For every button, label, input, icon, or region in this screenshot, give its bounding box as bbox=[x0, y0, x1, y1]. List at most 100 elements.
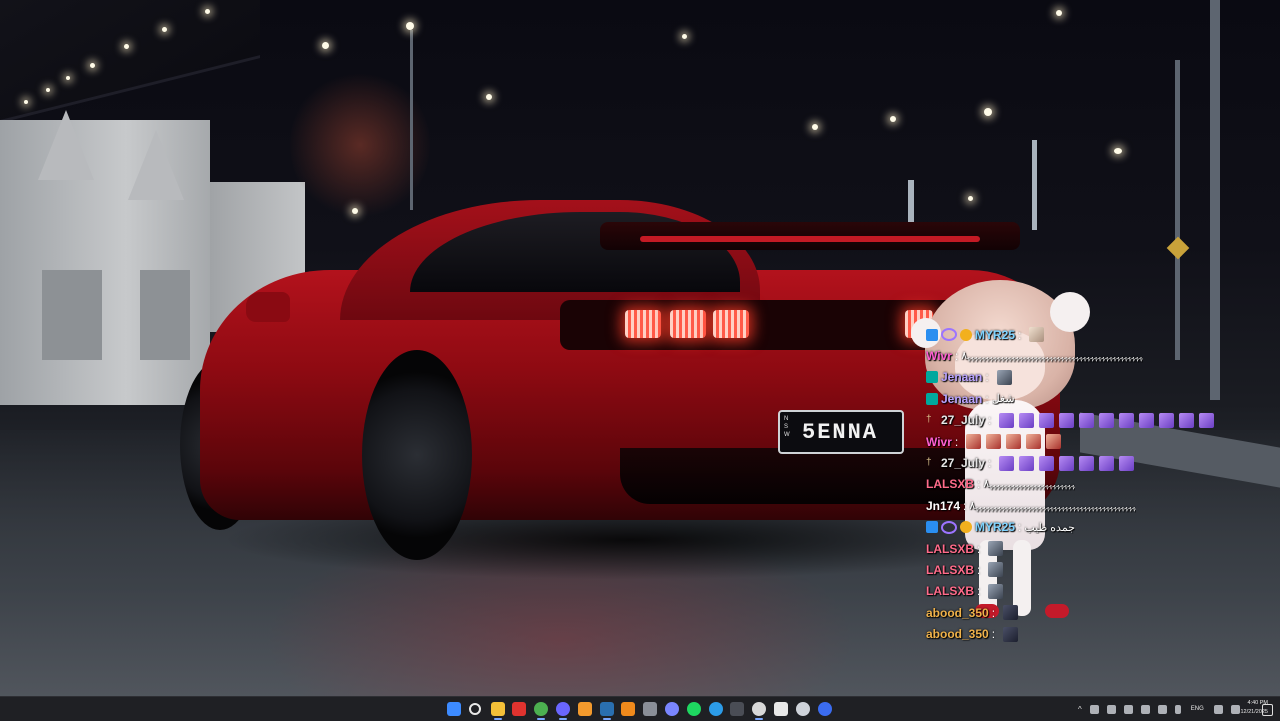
chat-emote-icon bbox=[1059, 412, 1075, 428]
chat-username[interactable]: MYR25 bbox=[975, 520, 1015, 534]
chat-separator: : bbox=[954, 349, 959, 364]
chat-emote-icon bbox=[1039, 412, 1055, 428]
start-icon[interactable] bbox=[447, 702, 461, 716]
chat-username[interactable]: Jn174 bbox=[926, 499, 960, 513]
chat-username[interactable]: 27_July bbox=[941, 413, 985, 427]
street-light bbox=[890, 116, 896, 122]
street-light bbox=[486, 94, 492, 100]
tail-light bbox=[625, 310, 661, 338]
microphone-icon[interactable] bbox=[1174, 704, 1181, 714]
chat-message: LALSXB: ﮩﮩﮩﮩﮩﮩﮩﮩﮩﮩﮩﮩﮩﮩﮩﮩﮩﮩﮩﮩﮩﮩﮩ٨ bbox=[926, 474, 1266, 495]
chat-emote-icon bbox=[966, 434, 982, 450]
tray-app-icon[interactable] bbox=[1123, 704, 1133, 714]
chat-separator: : bbox=[954, 434, 959, 449]
chat-username[interactable]: LALSXB bbox=[926, 477, 974, 491]
chat-message: Jenaan: شغل bbox=[926, 388, 1266, 409]
obs-icon[interactable] bbox=[752, 702, 766, 716]
chat-emote-icon bbox=[999, 412, 1015, 428]
chat-separator: : bbox=[991, 627, 996, 642]
license-plate: N S W 5ENNA bbox=[778, 410, 904, 454]
streaming-app-icon[interactable] bbox=[512, 702, 526, 716]
vlc-icon[interactable] bbox=[621, 702, 635, 716]
street-light bbox=[812, 124, 818, 130]
chat-separator: : bbox=[977, 584, 981, 599]
chat-username[interactable]: LALSXB bbox=[926, 542, 974, 556]
chat-separator: : bbox=[963, 498, 967, 513]
chat-message: † 27_July: bbox=[926, 410, 1266, 431]
chat-message: MYR25: bbox=[926, 324, 1266, 345]
search-icon[interactable] bbox=[469, 703, 481, 715]
edge-icon[interactable] bbox=[709, 702, 723, 716]
app-gear-icon[interactable] bbox=[643, 702, 657, 716]
chat-username[interactable]: abood_350 bbox=[926, 606, 989, 620]
street-pole bbox=[1175, 60, 1180, 360]
chat-message-text: ﮩﮩﮩﮩﮩﮩﮩﮩﮩﮩﮩﮩﮩﮩﮩﮩﮩﮩﮩﮩﮩﮩﮩﮩﮩﮩﮩﮩﮩﮩﮩﮩﮩﮩﮩﮩﮩﮩﮩﮩ… bbox=[961, 350, 1143, 363]
app-c-icon[interactable] bbox=[774, 702, 788, 716]
app-blue-icon[interactable] bbox=[818, 702, 832, 716]
street-light bbox=[984, 108, 992, 116]
chrome-icon[interactable] bbox=[534, 702, 548, 716]
chat-username[interactable]: 27_July bbox=[941, 456, 985, 470]
chat-username[interactable]: LALSXB bbox=[926, 584, 974, 598]
discord-tray-icon[interactable] bbox=[1106, 704, 1116, 714]
chat-message: abood_350: bbox=[926, 623, 1266, 644]
chat-separator: : bbox=[988, 456, 992, 471]
chat-emote-icon bbox=[1019, 455, 1035, 471]
road-sign bbox=[1166, 236, 1190, 260]
chat-emote-icon bbox=[1046, 434, 1062, 450]
street-light bbox=[1114, 148, 1122, 154]
file-explorer-icon[interactable] bbox=[491, 702, 505, 716]
chat-username[interactable]: Wivr bbox=[926, 349, 952, 363]
chat-message: Jn174: ﮩﮩﮩﮩﮩﮩﮩﮩﮩﮩﮩﮩﮩﮩﮩﮩﮩﮩﮩﮩﮩﮩﮩﮩﮩﮩﮩﮩﮩﮩﮩﮩﮩﮩ… bbox=[926, 495, 1266, 516]
street-light bbox=[205, 9, 210, 14]
tray-app-icon[interactable] bbox=[1089, 704, 1099, 714]
language-indicator[interactable]: ENG bbox=[1191, 706, 1204, 712]
chat-emote-icon bbox=[1003, 605, 1019, 621]
chat-separator: : bbox=[991, 605, 996, 620]
chat-username[interactable]: Jenaan bbox=[941, 370, 982, 384]
terminal-icon[interactable] bbox=[730, 702, 744, 716]
photos-icon[interactable] bbox=[665, 702, 679, 716]
street-light bbox=[1056, 10, 1062, 16]
chat-username[interactable]: Wivr bbox=[926, 435, 952, 449]
chat-message: Wivr: ﮩﮩﮩﮩﮩﮩﮩﮩﮩﮩﮩﮩﮩﮩﮩﮩﮩﮩﮩﮩﮩﮩﮩﮩﮩﮩﮩﮩﮩﮩﮩﮩﮩﮩﮩ… bbox=[926, 345, 1266, 366]
app-wave-icon[interactable] bbox=[796, 702, 810, 716]
chat-separator: : bbox=[977, 477, 981, 492]
steam-icon[interactable] bbox=[600, 702, 614, 716]
chat-username[interactable]: Jenaan bbox=[941, 392, 982, 406]
chat-emote-icon bbox=[1003, 626, 1019, 642]
tray-app-icon[interactable] bbox=[1157, 704, 1167, 714]
chat-emote-icon bbox=[1099, 455, 1115, 471]
browser-2-icon[interactable] bbox=[578, 702, 592, 716]
teal-badge-icon bbox=[926, 371, 938, 384]
chat-emote-icon bbox=[988, 583, 1004, 599]
chat-username[interactable]: abood_350 bbox=[926, 627, 989, 641]
show-hidden-icons-chevron-icon[interactable]: ^ bbox=[1078, 705, 1082, 714]
steam-tray-icon[interactable] bbox=[1140, 704, 1150, 714]
spotify-icon[interactable] bbox=[687, 702, 701, 716]
street-light bbox=[24, 100, 28, 104]
discord-icon[interactable] bbox=[556, 702, 570, 716]
gold-badge-icon bbox=[960, 328, 972, 341]
chat-message: Wivr: bbox=[926, 431, 1266, 452]
wall-peak bbox=[128, 130, 184, 200]
chat-separator: : bbox=[1018, 327, 1022, 342]
chat-username[interactable]: MYR25 bbox=[975, 328, 1015, 342]
gold-badge-icon bbox=[960, 521, 972, 534]
chat-emote-icon bbox=[1006, 434, 1022, 450]
chat-emote-icon bbox=[986, 434, 1002, 450]
notification-bell-icon[interactable] bbox=[1262, 704, 1273, 716]
network-icon[interactable] bbox=[1213, 704, 1223, 714]
purple-ring-badge-icon bbox=[941, 328, 957, 342]
street-light bbox=[124, 44, 129, 49]
chat-message-text: شغل bbox=[991, 393, 1015, 406]
chat-emote-icon bbox=[1119, 455, 1135, 471]
chat-message: LALSXB: bbox=[926, 559, 1266, 580]
chat-emote-icon bbox=[1139, 412, 1155, 428]
chat-username[interactable]: LALSXB bbox=[926, 563, 974, 577]
street-light bbox=[46, 88, 50, 92]
chat-emote-icon bbox=[988, 541, 1004, 557]
chat-emote-icon bbox=[1029, 327, 1045, 343]
chat-separator: : bbox=[1018, 520, 1022, 535]
chat-separator: : bbox=[985, 370, 989, 385]
